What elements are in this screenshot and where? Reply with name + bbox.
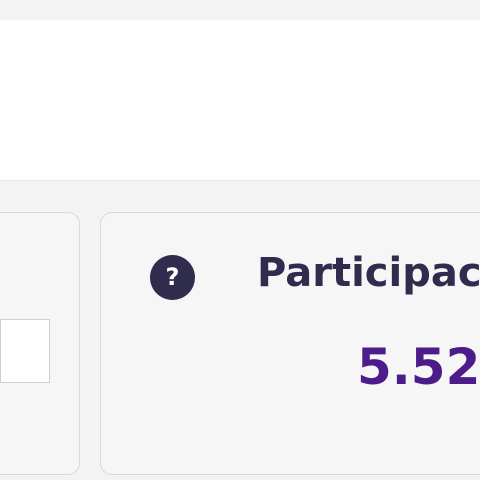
page: ? Participac 5.522	[0, 0, 480, 480]
top-strip	[0, 0, 480, 20]
stat-value: 5.522	[357, 338, 480, 396]
stat-title: Participac	[257, 250, 480, 296]
question-circle-icon[interactable]: ?	[150, 255, 195, 300]
left-card-input-field[interactable]	[0, 319, 50, 383]
hero-panel	[0, 20, 480, 181]
